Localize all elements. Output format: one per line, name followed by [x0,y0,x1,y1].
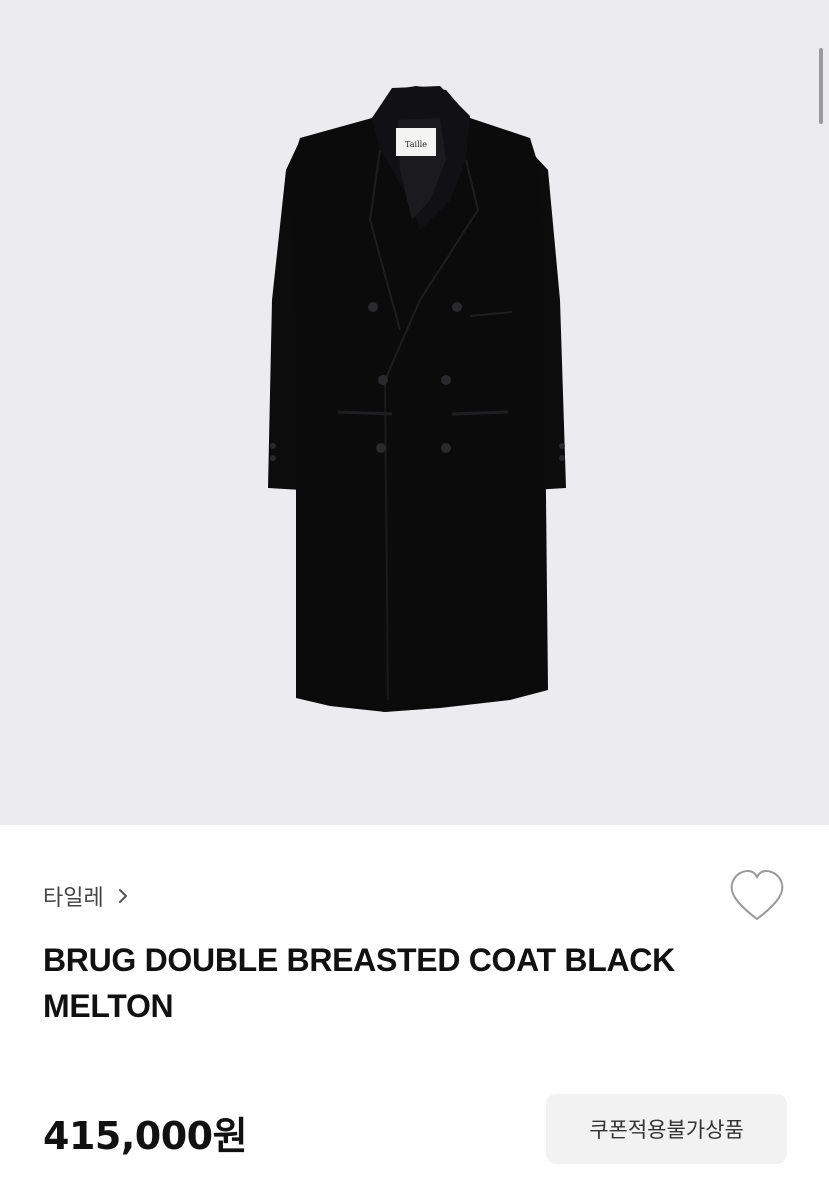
product-info: 타일레 BRUG DOUBLE BREASTED COAT BLACK MELT… [0,825,829,1200]
heart-outline-icon[interactable] [728,869,786,923]
product-image: Taille [268,86,566,712]
brand-link[interactable]: 타일레 [43,881,130,911]
coat-label-text: Taille [405,140,427,149]
coupon-unavailable-badge: 쿠폰적용불가상품 [546,1094,787,1164]
product-title: BRUG DOUBLE BREASTED COAT BLACK MELTON [43,942,675,1024]
chevron-right-icon [118,889,127,903]
brand-name: 타일레 [43,886,104,911]
image-scrollbar[interactable] [819,48,823,124]
product-image-area[interactable]: Taille [0,0,829,825]
product-price: 415,000원 [43,1114,248,1158]
